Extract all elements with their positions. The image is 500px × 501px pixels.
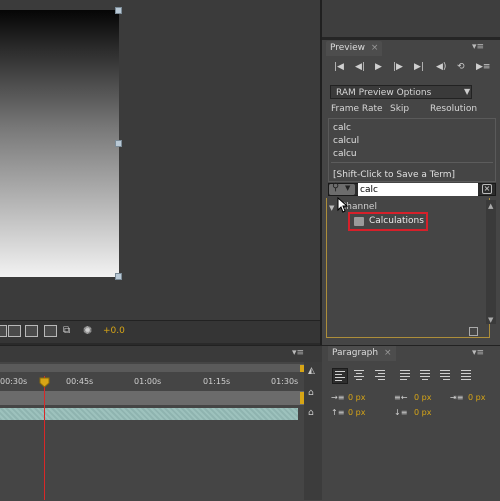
previous-frame-icon[interactable]: ◀| bbox=[355, 62, 365, 72]
composition-toolbar: ⧉ ✺ +0.0 bbox=[0, 320, 320, 343]
timeline-side-column: ◭ ⌂ ⌂ bbox=[304, 362, 322, 500]
audio-icon[interactable]: ◀) bbox=[436, 62, 446, 72]
indent-right-icon: ≡← bbox=[394, 393, 408, 402]
effect-icon bbox=[354, 217, 364, 226]
justify-right-button[interactable] bbox=[438, 368, 452, 382]
indent-left-icon: →≡ bbox=[331, 393, 345, 402]
show-snapshot-icon[interactable] bbox=[25, 325, 38, 337]
indent-left-value[interactable]: 0 px bbox=[348, 393, 365, 402]
align-left-button[interactable] bbox=[332, 368, 348, 384]
tab-preview[interactable]: Preview × bbox=[326, 41, 383, 56]
skip-label: Skip bbox=[390, 104, 410, 114]
time-ruler[interactable] bbox=[0, 391, 305, 405]
space-before-icon: ↑≡ bbox=[331, 408, 345, 417]
new-bin-icon[interactable] bbox=[469, 327, 478, 336]
gradient-layer[interactable] bbox=[0, 7, 122, 280]
panel-menu-icon[interactable]: ▾≡ bbox=[472, 348, 484, 358]
flowchart-icon[interactable]: ⧉ bbox=[63, 325, 70, 336]
justify-all-button[interactable] bbox=[459, 368, 473, 382]
justify-center-button[interactable] bbox=[418, 368, 432, 382]
scrollbar[interactable]: ▲ ▼ bbox=[486, 200, 496, 324]
play-icon[interactable]: ▶ bbox=[375, 62, 382, 72]
space-after-icon: ↓≡ bbox=[394, 408, 408, 417]
time-tick: 00:30s bbox=[0, 377, 28, 386]
layer-handle-right[interactable] bbox=[115, 140, 122, 147]
exposure-icon[interactable]: ✺ bbox=[83, 324, 92, 337]
current-time-indicator-head[interactable] bbox=[39, 377, 50, 388]
close-icon[interactable]: × bbox=[371, 43, 379, 53]
space-after-value[interactable]: 0 px bbox=[414, 408, 431, 417]
region-icon[interactable] bbox=[0, 325, 7, 337]
history-item[interactable]: calcul bbox=[333, 136, 359, 146]
timeline-header bbox=[0, 346, 322, 362]
lock-icon[interactable]: ⌂ bbox=[308, 388, 314, 398]
align-center-button[interactable] bbox=[352, 368, 366, 382]
layer-handle-top-right[interactable] bbox=[115, 7, 122, 14]
indent-first-line-value[interactable]: 0 px bbox=[468, 393, 485, 402]
panel-menu-icon[interactable]: ▾≡ bbox=[472, 42, 484, 52]
exposure-value[interactable]: +0.0 bbox=[103, 326, 125, 336]
search-history-popup: calc calcul calcu [Shift-Click to Save a… bbox=[328, 118, 496, 182]
timeline-menu-icon[interactable]: ▾≡ bbox=[292, 348, 304, 358]
space-before-value[interactable]: 0 px bbox=[348, 408, 365, 417]
panel-divider-h bbox=[322, 37, 500, 40]
scroll-up-icon[interactable]: ▲ bbox=[488, 202, 493, 210]
ram-preview-options-select[interactable]: RAM Preview Options bbox=[330, 85, 472, 99]
channel-icon[interactable] bbox=[44, 325, 57, 337]
effect-calculations[interactable]: Calculations bbox=[369, 216, 424, 226]
chevron-down-icon: ▼ bbox=[345, 184, 351, 192]
tab-preview-label: Preview bbox=[330, 43, 366, 53]
resolution-label: Resolution bbox=[430, 104, 478, 114]
clear-search-icon[interactable]: × bbox=[482, 184, 492, 194]
align-right-button[interactable] bbox=[373, 368, 387, 382]
transport-controls: |◀ ◀| ▶ |▶ ▶| ◀) ⟲ ▶≡ bbox=[326, 58, 496, 80]
current-time-indicator[interactable] bbox=[44, 376, 45, 500]
time-tick: 01:30s bbox=[271, 377, 299, 386]
triangle-icon[interactable]: ◭ bbox=[308, 366, 315, 376]
search-history-button[interactable]: ⚲ ▼ bbox=[329, 182, 355, 195]
search-icon: ⚲ bbox=[332, 182, 340, 193]
justify-left-button[interactable] bbox=[398, 368, 412, 382]
frame-rate-label: Frame Rate bbox=[331, 104, 383, 114]
close-icon[interactable]: × bbox=[384, 348, 392, 358]
ram-preview-options-label: RAM Preview Options bbox=[336, 88, 432, 98]
divider bbox=[331, 162, 493, 163]
layer-handle-bottom-right[interactable] bbox=[115, 273, 122, 280]
first-frame-icon[interactable]: |◀ bbox=[334, 62, 344, 72]
tab-paragraph[interactable]: Paragraph × bbox=[328, 346, 396, 361]
save-term-hint: [Shift-Click to Save a Term] bbox=[333, 170, 456, 180]
time-tick: 01:00s bbox=[134, 377, 162, 386]
expand-arrow-icon[interactable]: ▼ bbox=[329, 204, 334, 212]
scroll-down-icon[interactable]: ▼ bbox=[488, 316, 493, 324]
search-input[interactable] bbox=[358, 183, 478, 196]
history-item[interactable]: calcu bbox=[333, 149, 357, 159]
tab-paragraph-label: Paragraph bbox=[332, 348, 379, 358]
indent-right-value[interactable]: 0 px bbox=[414, 393, 431, 402]
loop-icon[interactable]: ⟲ bbox=[457, 62, 465, 72]
work-area-bar[interactable] bbox=[0, 364, 305, 372]
chevron-down-icon[interactable]: ▼ bbox=[464, 87, 470, 96]
time-tick: 01:15s bbox=[203, 377, 231, 386]
panel-top-area bbox=[322, 0, 500, 38]
ram-preview-icon[interactable]: ▶≡ bbox=[476, 62, 490, 72]
layer-icon[interactable]: ⌂ bbox=[308, 408, 314, 418]
time-tick: 00:45s bbox=[66, 377, 94, 386]
snapshot-icon[interactable] bbox=[8, 325, 21, 337]
next-frame-icon[interactable]: |▶ bbox=[393, 62, 403, 72]
indent-first-line-icon: ⇥≡ bbox=[450, 393, 464, 402]
mouse-pointer-icon bbox=[337, 197, 348, 213]
last-frame-icon[interactable]: ▶| bbox=[414, 62, 424, 72]
history-item[interactable]: calc bbox=[333, 123, 351, 133]
